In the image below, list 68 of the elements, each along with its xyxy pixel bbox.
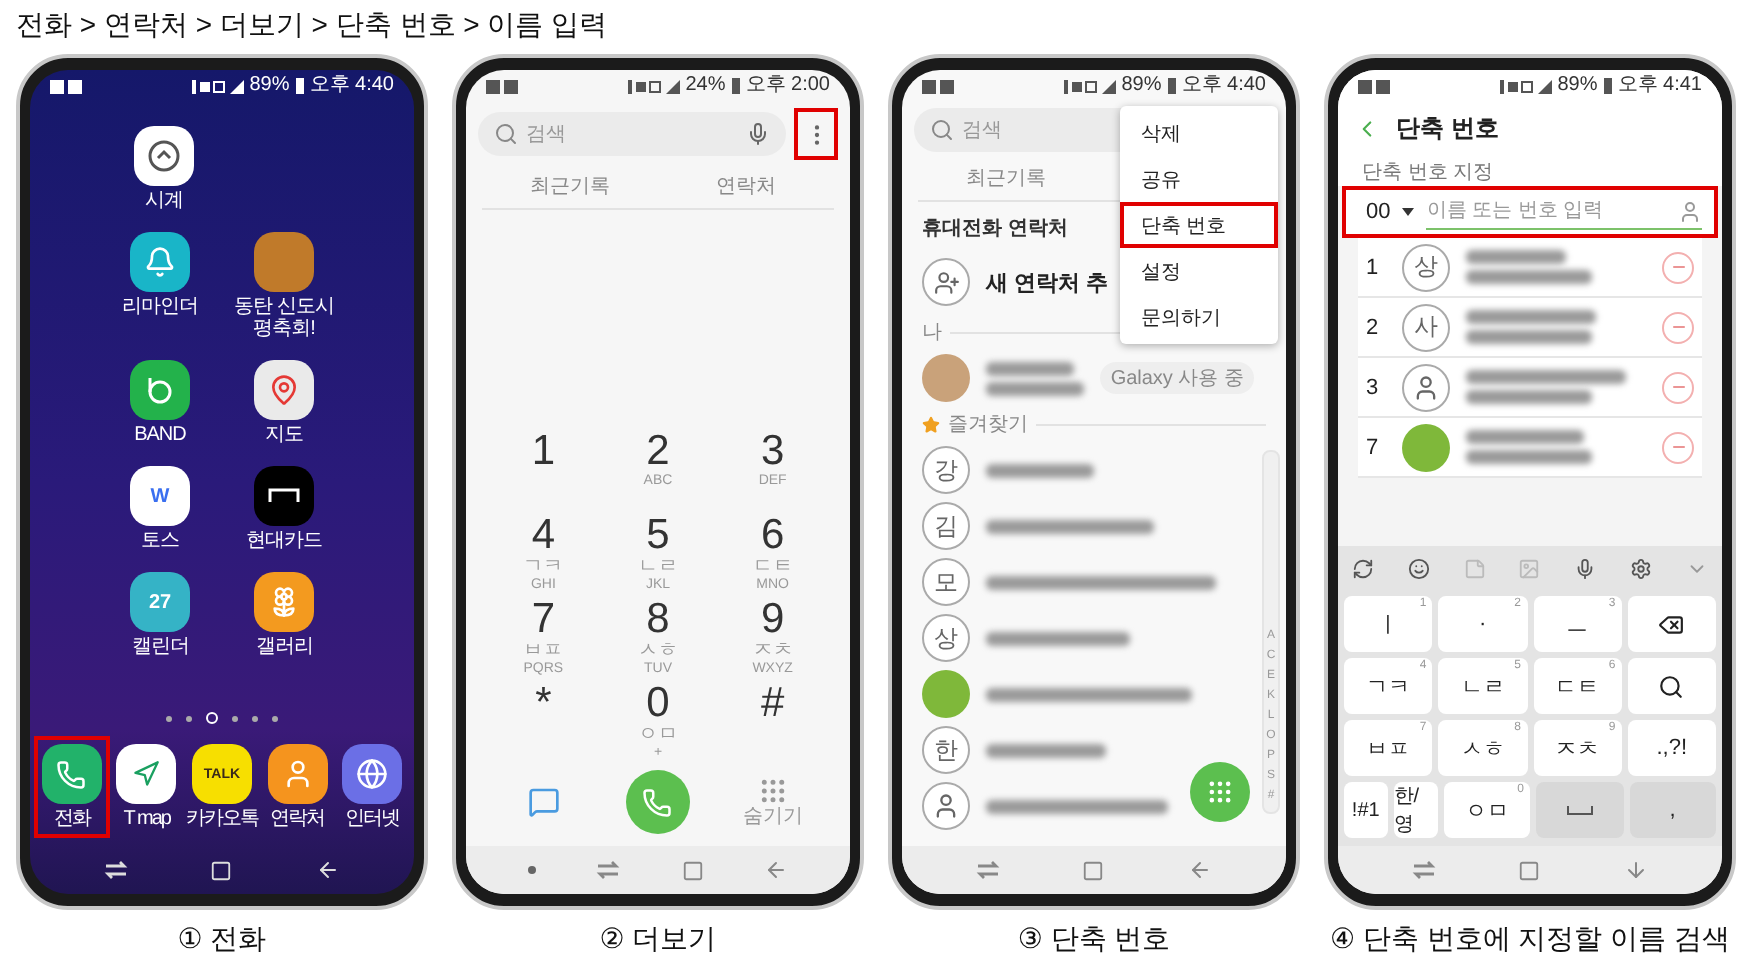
section-heading: 휴대전화 연락처 (922, 216, 1068, 242)
speed-dial-number: 7 (1366, 435, 1381, 459)
step-caption: ④ 단축 번호에 지정할 이름 검색 (1330, 922, 1730, 958)
app-shortcut[interactable]: 리마인더 (102, 224, 218, 348)
app-shortcut[interactable]: BAND (102, 352, 218, 454)
step-caption: ③ 단축 번호 (1017, 922, 1171, 958)
battery-percent: 89% (1557, 74, 1598, 98)
speed-dial-number: 3 (1366, 375, 1381, 399)
speed-dial-number[interactable]: 00 (1366, 200, 1391, 224)
menu-item[interactable]: 문의하기 (1120, 294, 1278, 340)
app-shortcut[interactable]: 갤러리 (226, 564, 342, 666)
breadcrumb-title: 전화 > 연락처 > 더보기 > 단축 번호 > 이름 입력 (16, 8, 608, 44)
search-input[interactable]: 검색 (526, 123, 738, 145)
app-shortcut[interactable]: 전화 (34, 736, 110, 838)
contact-avatar: 김 (922, 502, 970, 550)
battery-percent: 89% (1121, 74, 1162, 98)
galaxy-badge: Galaxy 사용 중 (1100, 362, 1254, 394)
app-shortcut[interactable]: 연락처 (259, 736, 335, 838)
field-label: 단축 번호 지정 (1338, 154, 1722, 186)
name-search-field[interactable]: 이름 또는 번호 입력 (1426, 194, 1702, 230)
speed-dial-entry[interactable]: 7 (1358, 418, 1702, 478)
speed-dial-entry[interactable]: 1 상 (1358, 238, 1702, 298)
speed-dial-number: 1 (1366, 255, 1381, 279)
menu-item[interactable]: 단축 번호 (1120, 202, 1278, 248)
app-shortcut[interactable]: T map (109, 736, 185, 838)
app-shortcut[interactable]: 시계 (102, 118, 226, 220)
status-time: 오후 4:40 (309, 74, 394, 98)
contact-avatar: 한 (922, 726, 970, 774)
section-label: 나 (922, 320, 942, 346)
keyboard-key[interactable]: 한/영 (1393, 782, 1437, 838)
dial-key[interactable]: * (486, 682, 601, 762)
step-caption: ① 전화 (177, 922, 267, 958)
step-caption: ② 더보기 (599, 922, 717, 958)
menu-item[interactable]: 삭제 (1120, 110, 1278, 156)
status-time: 오후 2:00 (745, 74, 830, 98)
screen-title: 단축 번호 (1396, 111, 1499, 145)
dial-key[interactable]: # (715, 682, 830, 762)
speed-dial-entry[interactable]: 2 사 (1358, 298, 1702, 358)
app-shortcut[interactable]: 지도 (226, 352, 342, 454)
contact-avatar: 모 (922, 558, 970, 606)
calendar-icon: 27 (130, 572, 190, 632)
speed-dial-entry[interactable]: 3 (1358, 358, 1702, 418)
app-shortcut[interactable]: W 토스 (102, 458, 218, 560)
add-contact-label[interactable]: 새 연락처 추 (986, 267, 1109, 297)
contact-avatar: 상 (1402, 243, 1450, 291)
chat-bubble-icon: W (130, 466, 190, 526)
keyboard-key[interactable]: .,?! (1627, 720, 1716, 776)
contact-avatar: 사 (1402, 303, 1450, 351)
assign-row[interactable]: 00 이름 또는 번호 입력 (1342, 186, 1718, 238)
app-shortcut[interactable]: 인터넷 (334, 736, 410, 838)
app-shortcut[interactable]: 27 캘린더 (102, 564, 218, 666)
status-time: 오후 4:41 (1617, 74, 1702, 98)
search-bar[interactable]: 검색 (478, 112, 786, 156)
battery-percent: 89% (249, 74, 290, 98)
contact-avatar: 상 (922, 614, 970, 662)
app-shortcut[interactable]: 현대카드 (226, 458, 342, 560)
app-shortcut[interactable]: 동탄 신도시 평축회! (226, 224, 342, 348)
section-label: 즐겨찾기 (948, 412, 1028, 438)
menu-item[interactable]: 공유 (1120, 156, 1278, 202)
name-search-input[interactable]: 이름 또는 번호 입력 (1426, 200, 1678, 222)
keyboard-key[interactable]: !#1 (1344, 782, 1388, 838)
battery-percent: 24% (685, 74, 726, 98)
status-time: 오후 4:40 (1181, 74, 1266, 98)
contact-avatar: 강 (922, 446, 970, 494)
keyboard-key[interactable]: , (1629, 782, 1716, 838)
menu-item[interactable]: 설정 (1120, 248, 1278, 294)
speed-dial-number: 2 (1366, 315, 1381, 339)
dial-key[interactable]: 1 (486, 430, 601, 510)
